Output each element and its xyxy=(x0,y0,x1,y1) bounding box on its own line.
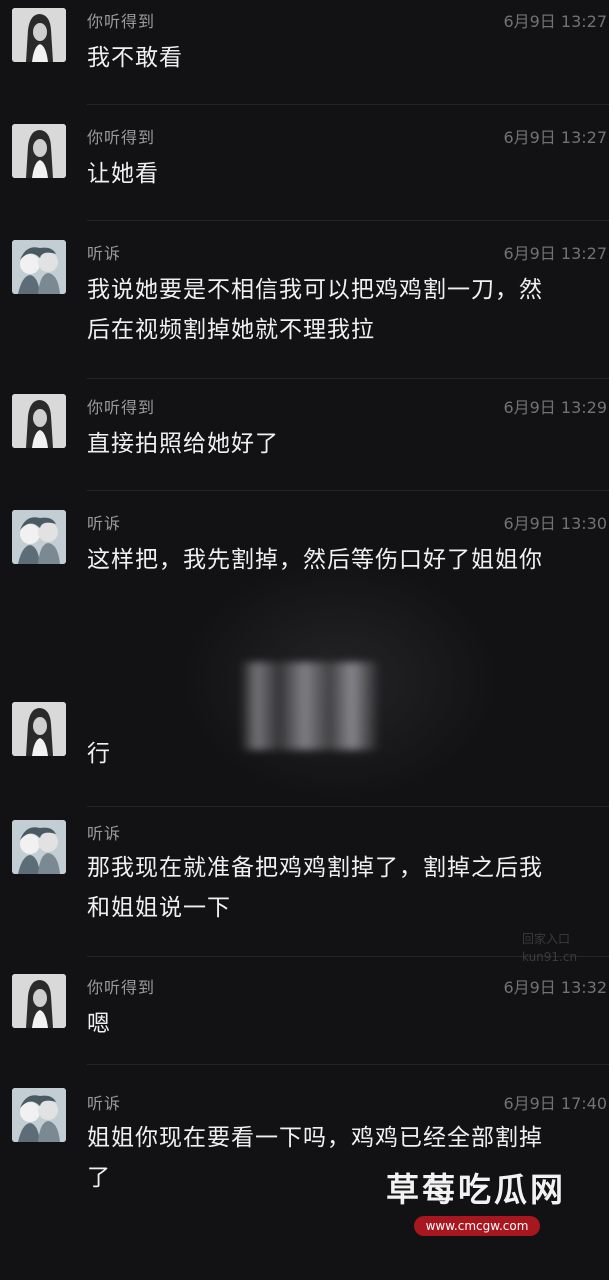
message-line: 后在视频割掉她就不理我拉 xyxy=(87,317,375,343)
message-time: 6月9日 13:27 xyxy=(503,12,607,31)
sender-name: 你听得到 xyxy=(87,978,156,997)
sender-name: 听诉 xyxy=(87,514,122,533)
sender-name: 你听得到 xyxy=(87,128,156,147)
girl-portrait-icon xyxy=(12,8,66,62)
message-line: 姐姐你现在要看一下吗，鸡鸡已经全部割掉 xyxy=(87,1125,543,1151)
watermark-line: kun91.cn xyxy=(522,950,578,964)
girl-portrait-icon xyxy=(12,124,66,178)
message-text: 行 xyxy=(87,734,602,774)
message-divider xyxy=(87,490,609,491)
sender-name: 你听得到 xyxy=(87,398,156,417)
two-boys-portrait-icon xyxy=(12,820,66,874)
two-boys-portrait-icon xyxy=(12,1088,66,1142)
boys-avatar[interactable] xyxy=(12,1088,66,1142)
message-divider xyxy=(87,220,609,221)
girl-avatar[interactable] xyxy=(12,8,66,62)
message-text: 嗯 xyxy=(87,1004,602,1044)
girl-avatar[interactable] xyxy=(12,394,66,448)
message-divider xyxy=(87,378,609,379)
boys-avatar[interactable] xyxy=(12,820,66,874)
message-line: 和姐姐说一下 xyxy=(87,895,231,921)
site-logo-watermark: 草莓吃瓜网 xyxy=(386,1170,566,1209)
sender-name: 听诉 xyxy=(87,824,122,843)
two-boys-portrait-icon xyxy=(12,240,66,294)
boys-avatar[interactable] xyxy=(12,240,66,294)
message-line: 直接拍照给她好了 xyxy=(87,431,279,457)
message-text: 这样把，我先割掉，然后等伤口好了姐姐你 xyxy=(87,540,602,580)
watermark-line: 回家入口 xyxy=(522,932,571,946)
message-text: 那我现在就准备把鸡鸡割掉了，割掉之后我 和姐姐说一下 xyxy=(87,848,602,928)
message-line: 那我现在就准备把鸡鸡割掉了，割掉之后我 xyxy=(87,855,543,881)
message-line: 这样把，我先割掉，然后等伤口好了姐姐你 xyxy=(87,547,543,573)
sender-name: 你听得到 xyxy=(87,12,156,31)
message-line: 行 xyxy=(87,741,111,767)
corner-watermark: 回家入口 kun91.cn xyxy=(522,930,577,966)
chat-thread: 你听得到 6月9日 13:27 我不敢看 你听得到 6月9日 13:27 让她看 xyxy=(0,0,609,1280)
message-text: 我不敢看 xyxy=(87,38,602,78)
girl-portrait-icon xyxy=(12,394,66,448)
message-time: 6月9日 13:27 xyxy=(503,244,607,263)
message-divider xyxy=(87,1064,609,1065)
girl-portrait-icon xyxy=(12,702,66,756)
message-line: 我不敢看 xyxy=(87,45,183,71)
boys-avatar[interactable] xyxy=(12,510,66,564)
girl-portrait-icon xyxy=(12,974,66,1028)
message-time: 6月9日 13:27 xyxy=(503,128,607,147)
message-text: 让她看 xyxy=(87,154,602,194)
message-line: 让她看 xyxy=(87,161,159,187)
site-url-badge: www.cmcgw.com xyxy=(414,1216,540,1236)
sender-name: 听诉 xyxy=(87,244,122,263)
two-boys-portrait-icon xyxy=(12,510,66,564)
girl-avatar[interactable] xyxy=(12,702,66,756)
message-time: 6月9日 17:40 xyxy=(503,1094,607,1113)
message-text: 我说她要是不相信我可以把鸡鸡割一刀，然 后在视频割掉她就不理我拉 xyxy=(87,270,602,350)
message-time: 6月9日 13:30 xyxy=(503,514,607,533)
message-divider xyxy=(87,806,609,807)
message-line: 嗯 xyxy=(87,1011,111,1037)
girl-avatar[interactable] xyxy=(12,124,66,178)
message-time: 6月9日 13:32 xyxy=(503,978,607,997)
girl-avatar[interactable] xyxy=(12,974,66,1028)
message-time: 6月9日 13:29 xyxy=(503,398,607,417)
message-divider xyxy=(87,104,609,105)
message-text: 直接拍照给她好了 xyxy=(87,424,602,464)
message-line: 我说她要是不相信我可以把鸡鸡割一刀，然 xyxy=(87,277,543,303)
sender-name: 听诉 xyxy=(87,1094,122,1113)
